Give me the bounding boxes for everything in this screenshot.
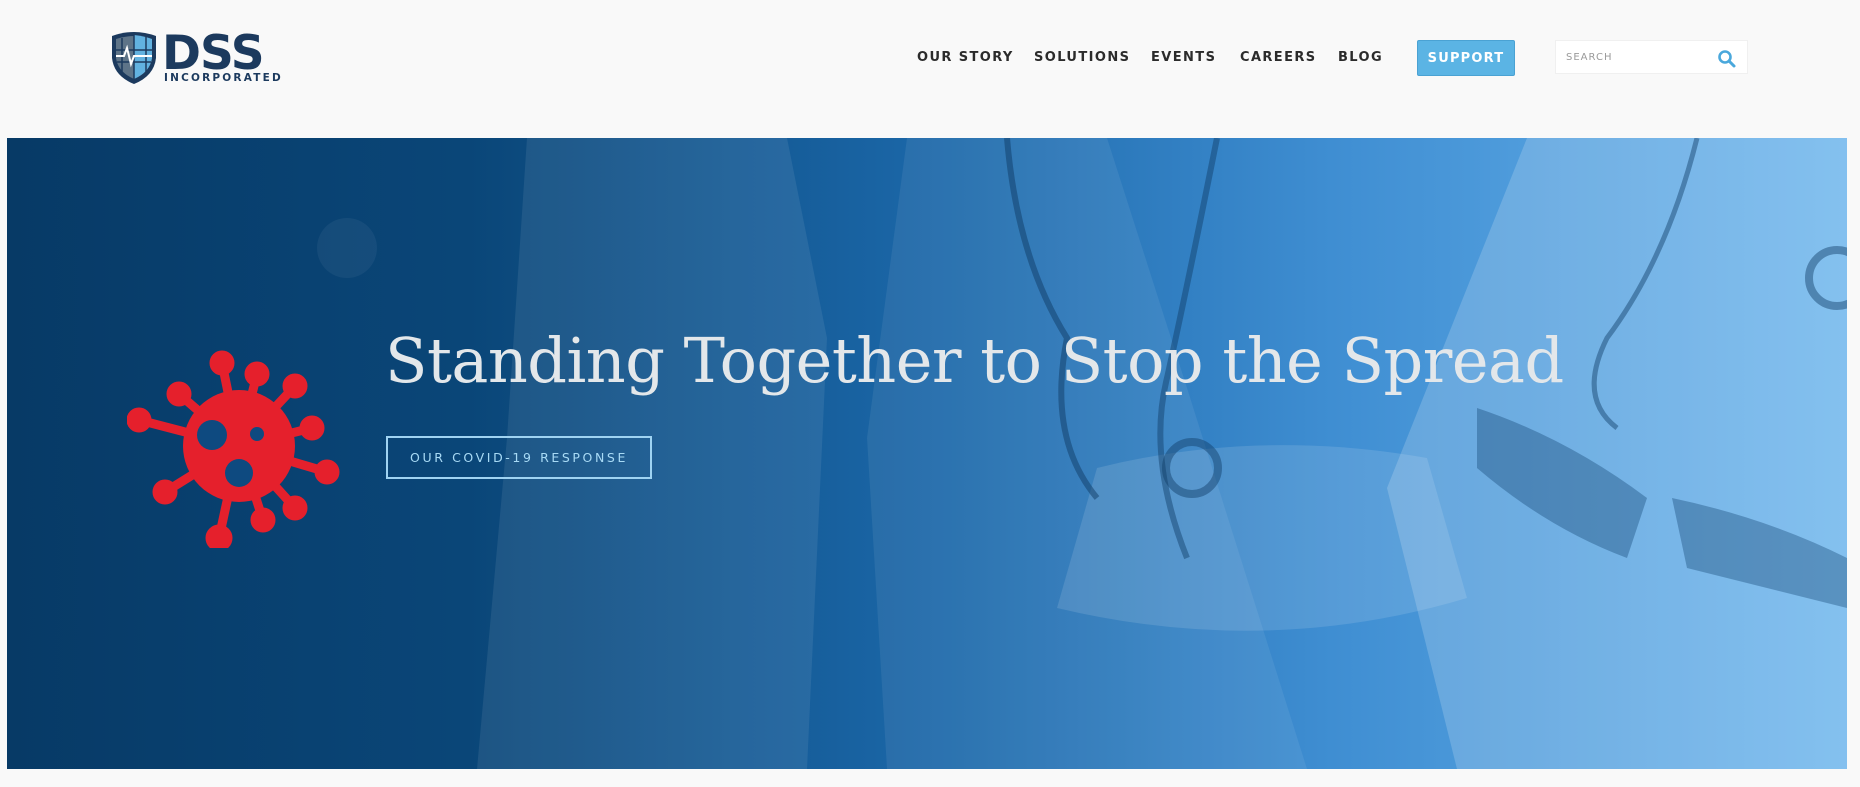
hero-title: Standing Together to Stop the Spread (385, 324, 1564, 397)
nav-careers[interactable]: CAREERS (1240, 50, 1317, 65)
virus-icon (127, 350, 340, 548)
main-nav: OUR STORY SOLUTIONS EVENTS CAREERS BLOG … (0, 40, 1860, 76)
nav-events[interactable]: EVENTS (1151, 50, 1216, 65)
nav-our-story[interactable]: OUR STORY (917, 50, 1014, 65)
search-icon[interactable] (1717, 49, 1737, 69)
covid-response-button[interactable]: OUR COVID-19 RESPONSE (386, 436, 652, 479)
support-button[interactable]: SUPPORT (1417, 40, 1515, 76)
hero-banner: Standing Together to Stop the Spread OUR… (7, 138, 1847, 769)
nav-solutions[interactable]: SOLUTIONS (1034, 50, 1130, 65)
search-box (1555, 40, 1748, 74)
nav-blog[interactable]: BLOG (1338, 50, 1383, 65)
search-input[interactable] (1556, 41, 1706, 73)
site-header: DSS INCORPORATED OUR STORY SOLUTIONS EVE… (0, 0, 1860, 137)
